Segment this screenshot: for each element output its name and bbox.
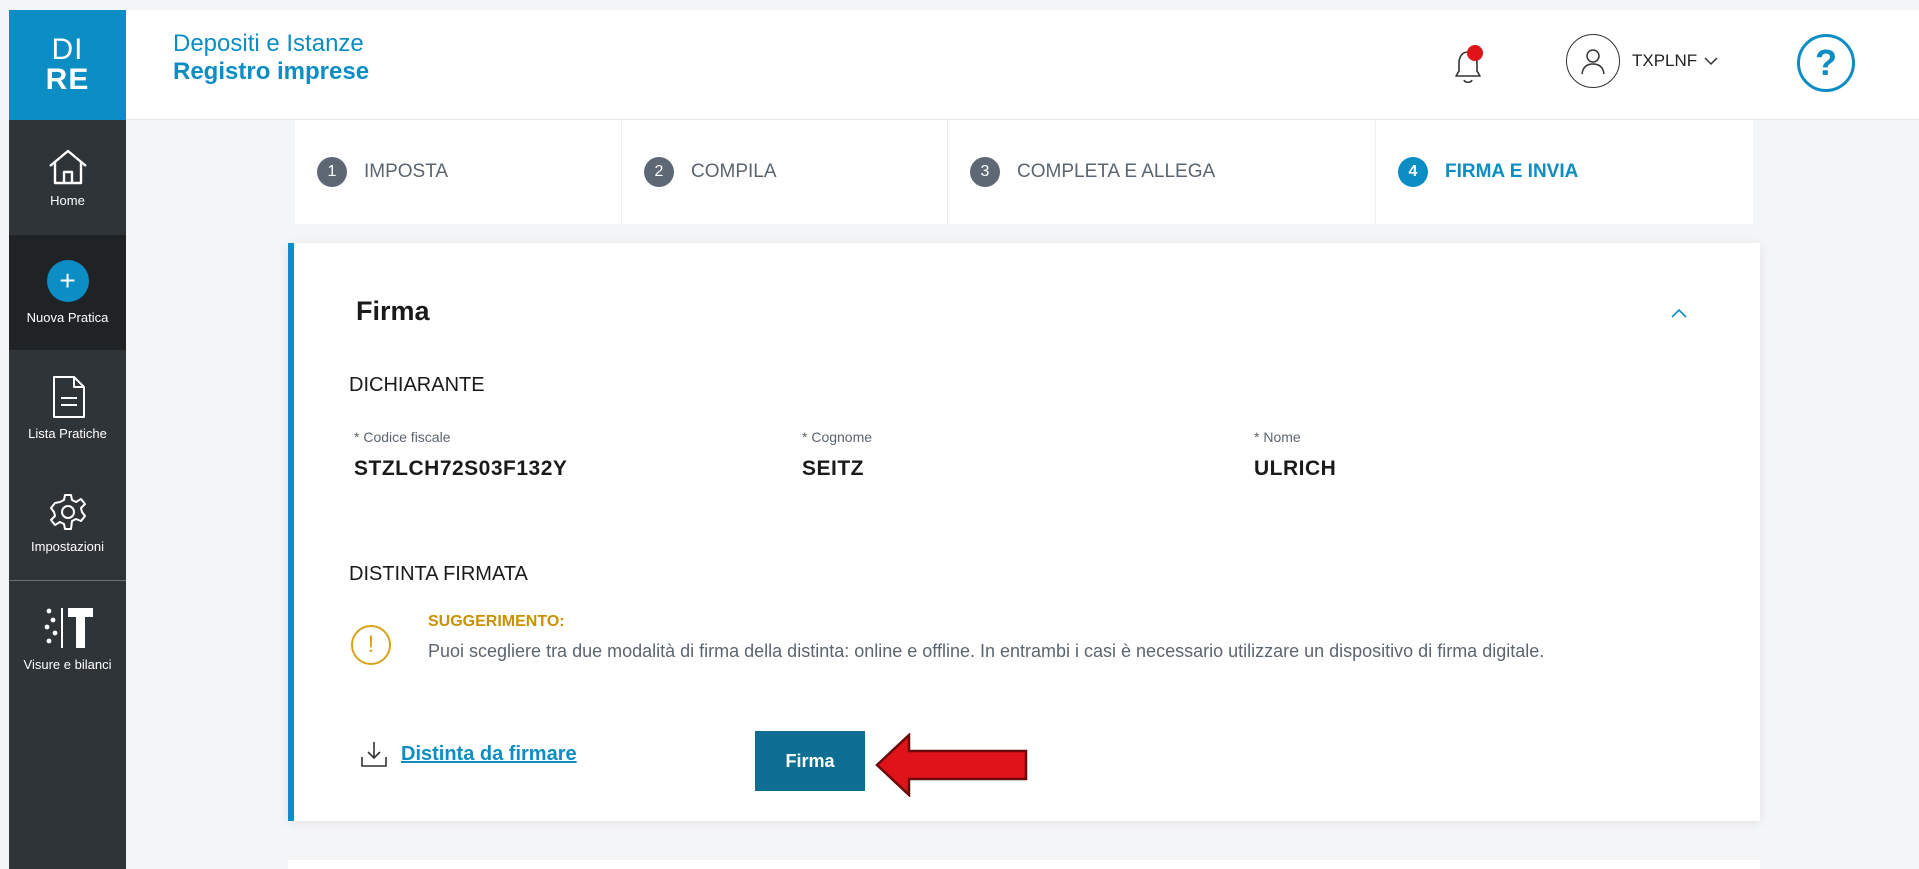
sidebar-item-home[interactable]: Home <box>9 120 126 235</box>
step-label: COMPILA <box>691 161 777 182</box>
field-label: * Codice fiscale <box>354 429 451 445</box>
tip-title: SUGGERIMENTO: <box>428 613 565 630</box>
app-title: Depositi e Istanze Registro imprese <box>173 30 369 86</box>
step-completa-allega[interactable]: 3 COMPLETA E ALLEGA <box>948 120 1376 224</box>
step-number: 1 <box>317 157 347 187</box>
plus-icon: + <box>46 260 89 302</box>
download-link[interactable]: Distinta da firmare <box>359 739 577 769</box>
help-icon: ? <box>1815 42 1837 83</box>
step-number: 2 <box>644 157 674 187</box>
dichiarante-label: DICHIARANTE <box>349 374 485 396</box>
stepper: 1 IMPOSTA 2 COMPILA 3 COMPLETA E ALLEGA … <box>295 120 1753 224</box>
next-section-edge <box>288 860 1760 869</box>
nome-field: * Nome ULRICH <box>1254 429 1336 481</box>
app-logo[interactable]: DI RE <box>9 10 126 120</box>
sidebar-item-label: Nuova Pratica <box>26 310 109 325</box>
step-label: FIRMA E INVIA <box>1445 161 1579 182</box>
user-icon <box>1581 49 1605 75</box>
help-button[interactable]: ? <box>1797 34 1855 92</box>
sidebar-item-label: Impostazioni <box>31 539 104 554</box>
logo-line2: RE <box>45 63 90 96</box>
field-value: SEITZ <box>802 457 865 480</box>
card-title: Firma <box>356 296 430 326</box>
step-firma-invia[interactable]: 4 FIRMA E INVIA <box>1376 120 1753 224</box>
sidebar-item-label: Visure e bilanci <box>23 657 112 672</box>
cognome-field: * Cognome SEITZ <box>802 429 872 481</box>
chevron-down-icon <box>1704 57 1718 66</box>
field-value: ULRICH <box>1254 457 1337 480</box>
sidebar-item-impostazioni[interactable]: Impostazioni <box>9 465 126 580</box>
codice-fiscale-field: * Codice fiscale STZLCH72S03F132Y <box>354 429 567 481</box>
home-icon <box>48 149 87 185</box>
notifications-button[interactable] <box>1448 44 1488 91</box>
field-label: * Cognome <box>802 429 873 445</box>
field-label: * Nome <box>1254 429 1301 445</box>
document-icon <box>52 376 85 418</box>
suggestion-box: ! SUGGERIMENTO: Puoi scegliere tra due m… <box>351 613 1544 665</box>
step-imposta[interactable]: 1 IMPOSTA <box>295 120 622 224</box>
field-value: STZLCH72S03F132Y <box>354 457 568 480</box>
download-icon <box>361 742 387 767</box>
username: TXPLNF <box>1632 51 1698 70</box>
bell-icon <box>1455 45 1483 84</box>
sidebar-item-lista-pratiche[interactable]: Lista Pratiche <box>9 350 126 465</box>
step-number: 3 <box>970 157 1000 187</box>
user-menu[interactable]: TXPLNF <box>1566 34 1719 88</box>
download-link-label: Distinta da firmare <box>401 742 577 765</box>
sidebar: DI RE Home + Nuova Pratica Lista Pratich… <box>9 10 126 869</box>
step-number: 4 <box>1398 157 1428 187</box>
step-compila[interactable]: 2 COMPILA <box>622 120 948 224</box>
warning-icon: ! <box>351 625 391 665</box>
sidebar-item-label: Home <box>50 193 85 208</box>
step-label: IMPOSTA <box>364 161 449 182</box>
distinta-firmata-label: DISTINTA FIRMATA <box>349 563 528 585</box>
logo-line1: DI <box>51 33 84 66</box>
sidebar-item-visure[interactable]: Visure e bilanci <box>9 581 126 696</box>
step-label: COMPLETA E ALLEGA <box>1017 161 1216 182</box>
sidebar-item-nuova-pratica[interactable]: + Nuova Pratica <box>9 235 126 350</box>
gear-icon <box>49 494 86 530</box>
avatar <box>1566 34 1620 88</box>
firma-button[interactable]: Firma <box>755 731 865 791</box>
red-arrow-annotation <box>875 733 1028 797</box>
top-header: Depositi e Istanze Registro imprese TXPL… <box>126 10 1919 120</box>
app-title-sub: Registro imprese <box>173 58 370 85</box>
visure-icon <box>44 608 93 648</box>
collapse-button[interactable] <box>1670 303 1688 324</box>
tip-text: Puoi scegliere tra due modalità di firma… <box>428 641 1545 661</box>
chevron-up-icon <box>1671 308 1687 318</box>
sidebar-item-label: Lista Pratiche <box>28 426 107 441</box>
app-title-main: Depositi e Istanze <box>173 30 364 57</box>
